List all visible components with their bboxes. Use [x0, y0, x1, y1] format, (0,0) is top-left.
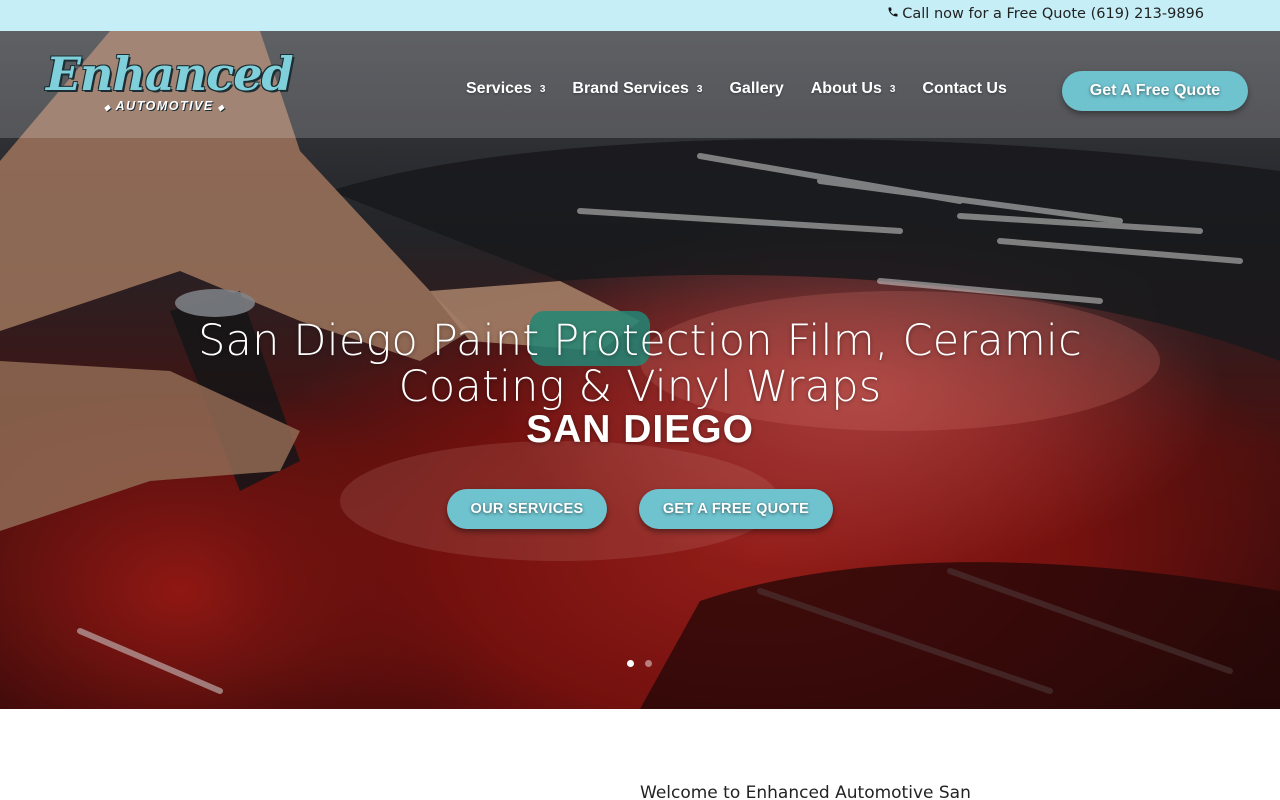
chevron-down-icon: 3 — [539, 83, 546, 95]
nav-item-contact-us[interactable]: Contact Us — [922, 80, 1006, 98]
nav-item-brand-services[interactable]: Brand Services 3 — [572, 80, 702, 98]
nav-item-gallery[interactable]: Gallery — [729, 80, 783, 98]
our-services-button[interactable]: OUR SERVICES — [447, 489, 607, 529]
nav-item-label: Contact Us — [922, 80, 1007, 97]
nav-item-label: Gallery — [729, 80, 784, 97]
logo-subtitle: AUTOMOTIVE — [100, 99, 229, 113]
call-now-link[interactable]: Call now for a Free Quote (619) 213-9896 — [887, 6, 1204, 22]
chevron-down-icon: 3 — [696, 83, 703, 95]
logo-wordmark: Enhanced — [46, 47, 294, 101]
slide-dot-1[interactable] — [627, 660, 634, 667]
slide-dot-2[interactable] — [645, 660, 652, 667]
site-logo[interactable]: Enhanced AUTOMOTIVE — [46, 47, 294, 123]
welcome-heading: Welcome to Enhanced Automotive San — [640, 783, 971, 800]
get-free-quote-button[interactable]: Get A Free Quote — [1062, 71, 1248, 111]
slider-pagination — [627, 660, 652, 667]
hero-free-quote-button[interactable]: GET A FREE QUOTE — [639, 489, 833, 529]
hero-headline: San Diego Paint Protection Film, Ceramic… — [0, 318, 1280, 410]
nav-item-services[interactable]: Services 3 — [466, 80, 545, 98]
nav-item-label: About Us — [810, 80, 882, 97]
hero-headline-line-2: Coating & Vinyl Wraps — [398, 362, 882, 412]
hero-headline-line-1: San Diego Paint Protection Film, Ceramic — [198, 316, 1082, 366]
nav-item-about-us[interactable]: About Us 3 — [811, 80, 896, 98]
call-now-text: Call now for a Free Quote (619) 213-9896 — [902, 6, 1204, 22]
phone-icon — [887, 6, 899, 22]
top-contact-bar: Call now for a Free Quote (619) 213-9896 — [0, 0, 1280, 31]
main-nav: Services 3 Brand Services 3 Gallery Abou… — [466, 80, 1034, 98]
chevron-down-icon: 3 — [889, 83, 896, 95]
nav-item-label: Brand Services — [572, 80, 689, 97]
hero-subhead: SAN DIEGO — [526, 408, 754, 451]
nav-item-label: Services — [466, 80, 532, 97]
